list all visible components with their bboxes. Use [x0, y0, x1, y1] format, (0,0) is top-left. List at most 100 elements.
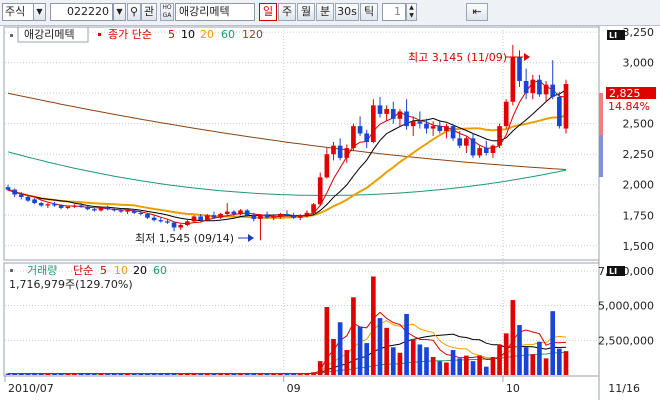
code-dropdown-arrow[interactable]: ▼ [113, 3, 126, 21]
legend-ma5: 5 [168, 28, 175, 41]
tab-tick[interactable]: 틱 [360, 3, 378, 21]
candle-body [52, 204, 57, 206]
candle-body [72, 205, 77, 207]
candle-body [464, 138, 469, 146]
volume-axis-ticks: 7,500,000 5,000,000 2,500,000 [598, 265, 654, 347]
candle-body [78, 205, 84, 207]
date-tick-label: 2010/07 [8, 382, 54, 395]
candle [311, 203, 316, 215]
candle-body [364, 133, 370, 142]
candle-body [32, 199, 37, 204]
volume-bar [244, 373, 250, 375]
price-tick-label: 3,250 [623, 26, 655, 39]
exit-button[interactable]: ⇤ [466, 3, 488, 21]
price-button[interactable]: 관 [141, 3, 157, 21]
candle [497, 123, 502, 149]
volume-bar [464, 355, 469, 375]
candle-body [450, 126, 456, 139]
candle-body [304, 212, 310, 216]
volume-bar [251, 373, 257, 375]
change-pct-text: 14.84% [608, 100, 650, 113]
candle-body [490, 145, 496, 153]
search-button[interactable]: ⚲ [127, 3, 141, 21]
volume-bar [78, 373, 84, 375]
candle-body [264, 215, 270, 218]
volume-bar [231, 373, 237, 375]
candle-body [191, 216, 197, 222]
candle-body [198, 216, 203, 221]
volume-bar [284, 373, 290, 375]
candle-body [523, 80, 529, 94]
volume-bar [331, 338, 336, 375]
volume-bar [490, 356, 496, 375]
volume-bar [424, 347, 429, 375]
candle-body [224, 211, 230, 215]
candle-body [497, 126, 502, 146]
candle-body [238, 210, 243, 215]
volume-scale-badge[interactable]: LI [607, 266, 625, 276]
volume-tick-label: 7,500,000 [598, 265, 654, 278]
candle-body [98, 207, 104, 211]
svg-text:LI: LI [609, 267, 617, 276]
market-dropdown-arrow[interactable]: ▼ [33, 3, 46, 21]
tab-day[interactable]: 일 [259, 3, 277, 21]
volume-bar [105, 373, 110, 375]
candle [557, 91, 562, 129]
volume-bar [543, 358, 549, 375]
volume-legend-handle-icon [10, 269, 13, 272]
date-tick-label-end: 11/16 [608, 382, 640, 395]
volume-bar [218, 373, 223, 375]
volume-bar [98, 373, 104, 375]
candle-body [85, 206, 91, 210]
volume-bar [151, 373, 157, 375]
count-spinner[interactable]: ▲ ▼ [406, 3, 417, 21]
volume-bar [470, 361, 476, 375]
volume-bar [165, 373, 170, 375]
candle-body [344, 148, 350, 158]
candle-body [537, 79, 542, 95]
candle-body [105, 207, 110, 210]
volume-bar [364, 343, 370, 375]
candle-body [185, 221, 190, 226]
candle-body [331, 145, 336, 155]
candle-body [351, 126, 356, 149]
hoga-icon[interactable]: HO GA [160, 3, 174, 21]
tab-week[interactable]: 주 [278, 3, 296, 21]
candle-body [65, 206, 71, 208]
volume-bar [72, 373, 77, 375]
volume-bar [18, 373, 24, 375]
vol-legend-ma5: 5 [100, 264, 107, 277]
volume-bar [12, 373, 17, 375]
tab-minute[interactable]: 분 [316, 3, 334, 21]
volume-bar [550, 311, 556, 375]
candle-body [244, 210, 250, 216]
volume-bar [85, 373, 91, 375]
count-input[interactable]: 1 [382, 3, 406, 21]
candle-body [317, 177, 323, 205]
volume-bar [258, 373, 263, 375]
candle-body [483, 148, 489, 153]
price-scale-badge[interactable]: LI [607, 30, 625, 40]
candle-body [258, 215, 263, 219]
code-input[interactable]: 022220 [50, 3, 113, 21]
tab-30s[interactable]: 30s [335, 3, 359, 21]
volume-bar [444, 362, 449, 375]
candle-body [311, 204, 316, 213]
volume-bar [351, 297, 356, 375]
candle-body [251, 215, 257, 219]
candle-body [430, 126, 436, 129]
market-select[interactable]: 주식 [2, 3, 34, 21]
chart-area: 3,2503,0002,7502,5002,2502,0001,7501,500… [0, 26, 660, 400]
legend-ma120: 120 [242, 28, 263, 41]
volume-bar [450, 350, 456, 375]
candle-body [424, 123, 429, 129]
vol-legend-ma20: 20 [133, 264, 147, 277]
date-tick-label: 09 [287, 382, 301, 395]
stock-chart[interactable]: 3,2503,0002,7502,5002,2502,0001,7501,500… [0, 26, 660, 400]
legend-marker-icon [98, 33, 101, 36]
toolbar: 주식 ▼ 022220 ▼ ⚲ 관 HO GA 애강리메텍 일 주 월 분 30s… [0, 0, 660, 26]
volume-bar [291, 373, 296, 375]
volume-legend-label: 거래량 [27, 264, 57, 277]
candle-body [357, 126, 363, 134]
tab-month[interactable]: 월 [297, 3, 315, 21]
